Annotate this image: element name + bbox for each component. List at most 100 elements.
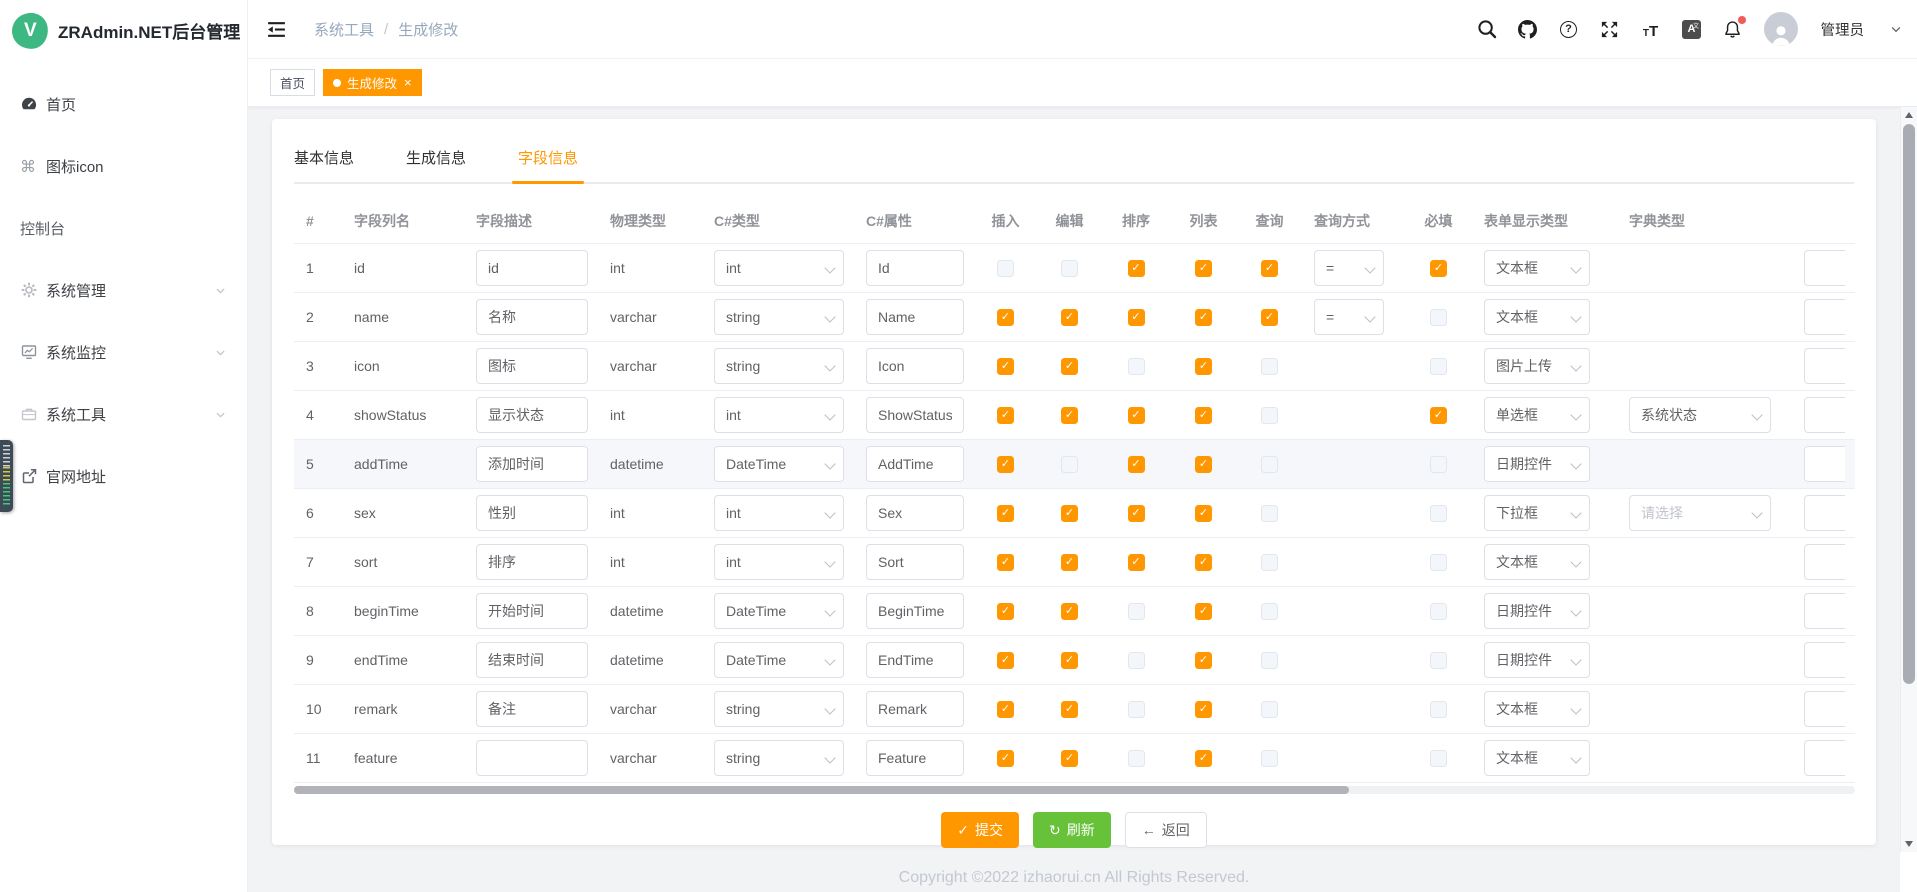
fullscreen-icon[interactable] [1600, 19, 1620, 39]
query-checkbox[interactable] [1261, 750, 1278, 767]
field-desc-input[interactable] [476, 250, 588, 286]
edit-checkbox[interactable] [1061, 652, 1078, 669]
user-chevron-down-icon[interactable] [1889, 22, 1903, 36]
query-checkbox[interactable] [1261, 505, 1278, 522]
display-type-select[interactable]: 日期控件 [1484, 642, 1590, 678]
cs-type-select[interactable]: int [714, 250, 844, 286]
clipped-extra-input[interactable] [1804, 397, 1845, 433]
required-checkbox[interactable] [1430, 750, 1447, 767]
tab-1[interactable]: 生成信息 [406, 147, 466, 182]
query-mode-select[interactable]: = [1314, 250, 1384, 286]
clipped-extra-input[interactable] [1804, 642, 1845, 678]
query-checkbox[interactable] [1261, 456, 1278, 473]
display-type-select[interactable]: 文本框 [1484, 299, 1590, 335]
sort-checkbox[interactable] [1128, 750, 1145, 767]
display-type-select[interactable]: 图片上传 [1484, 348, 1590, 384]
field-desc-input[interactable] [476, 446, 588, 482]
query-mode-select[interactable]: = [1314, 299, 1384, 335]
edit-checkbox[interactable] [1061, 750, 1078, 767]
edit-checkbox[interactable] [1061, 309, 1078, 326]
clipped-extra-input[interactable] [1804, 593, 1845, 629]
cs-prop-input[interactable] [866, 250, 964, 286]
list-checkbox[interactable] [1195, 554, 1212, 571]
translate-icon[interactable]: A文 [1682, 19, 1702, 39]
insert-checkbox[interactable] [997, 603, 1014, 620]
scroll-up-arrow-icon[interactable] [1905, 112, 1913, 118]
edit-checkbox[interactable] [1061, 701, 1078, 718]
vertical-scrollbar-thumb[interactable] [1903, 124, 1915, 684]
query-checkbox[interactable] [1261, 554, 1278, 571]
edit-checkbox[interactable] [1061, 505, 1078, 522]
display-type-select[interactable]: 文本框 [1484, 740, 1590, 776]
tab-2[interactable]: 字段信息 [518, 147, 578, 182]
dict-type-select[interactable]: 系统状态 [1629, 397, 1771, 433]
cs-type-select[interactable]: int [714, 495, 844, 531]
cs-type-select[interactable]: string [714, 299, 844, 335]
dict-type-select[interactable]: 请选择 [1629, 495, 1771, 531]
insert-checkbox[interactable] [997, 309, 1014, 326]
font-size-icon[interactable]: TT [1641, 19, 1661, 39]
insert-checkbox[interactable] [997, 456, 1014, 473]
clipped-extra-input[interactable] [1804, 299, 1845, 335]
help-icon[interactable]: ? [1559, 19, 1579, 39]
sort-checkbox[interactable] [1128, 456, 1145, 473]
cs-type-select[interactable]: DateTime [714, 593, 844, 629]
display-type-select[interactable]: 文本框 [1484, 250, 1590, 286]
sidebar-item-0[interactable]: 首页 [0, 73, 247, 135]
cs-prop-input[interactable] [866, 495, 964, 531]
horizontal-scrollbar-thumb[interactable] [294, 786, 1349, 794]
clipped-extra-input[interactable] [1804, 691, 1845, 727]
back-button[interactable]: ←返回 [1125, 812, 1207, 848]
required-checkbox[interactable] [1430, 652, 1447, 669]
cs-prop-input[interactable] [866, 691, 964, 727]
sort-checkbox[interactable] [1128, 309, 1145, 326]
avatar[interactable] [1764, 12, 1798, 46]
sidebar-item-4[interactable]: 系统监控 [0, 321, 247, 383]
query-checkbox[interactable] [1261, 603, 1278, 620]
required-checkbox[interactable] [1430, 456, 1447, 473]
sort-checkbox[interactable] [1128, 505, 1145, 522]
required-checkbox[interactable] [1430, 309, 1447, 326]
query-checkbox[interactable] [1261, 652, 1278, 669]
list-checkbox[interactable] [1195, 456, 1212, 473]
list-checkbox[interactable] [1195, 407, 1212, 424]
display-type-select[interactable]: 文本框 [1484, 544, 1590, 580]
clipped-extra-input[interactable] [1804, 544, 1845, 580]
query-checkbox[interactable] [1261, 701, 1278, 718]
field-desc-input[interactable] [476, 348, 588, 384]
insert-checkbox[interactable] [997, 358, 1014, 375]
sort-checkbox[interactable] [1128, 407, 1145, 424]
insert-checkbox[interactable] [997, 407, 1014, 424]
insert-checkbox[interactable] [997, 701, 1014, 718]
insert-checkbox[interactable] [997, 652, 1014, 669]
insert-checkbox[interactable] [997, 260, 1014, 277]
query-checkbox[interactable] [1261, 407, 1278, 424]
cs-prop-input[interactable] [866, 740, 964, 776]
display-type-select[interactable]: 日期控件 [1484, 593, 1590, 629]
field-desc-input[interactable] [476, 544, 588, 580]
field-desc-input[interactable] [476, 740, 588, 776]
cs-type-select[interactable]: int [714, 397, 844, 433]
clipped-extra-input[interactable] [1804, 495, 1845, 531]
sidebar-fold-icon[interactable] [266, 18, 288, 40]
edit-checkbox[interactable] [1061, 358, 1078, 375]
required-checkbox[interactable] [1430, 554, 1447, 571]
cs-prop-input[interactable] [866, 593, 964, 629]
cs-prop-input[interactable] [866, 397, 964, 433]
scroll-down-arrow-icon[interactable] [1905, 841, 1913, 847]
display-type-select[interactable]: 日期控件 [1484, 446, 1590, 482]
edit-checkbox[interactable] [1061, 603, 1078, 620]
edge-monitor-widget[interactable] [0, 440, 13, 512]
cs-type-select[interactable]: string [714, 740, 844, 776]
sort-checkbox[interactable] [1128, 603, 1145, 620]
query-checkbox[interactable] [1261, 260, 1278, 277]
sort-checkbox[interactable] [1128, 260, 1145, 277]
required-checkbox[interactable] [1430, 358, 1447, 375]
edit-checkbox[interactable] [1061, 407, 1078, 424]
field-desc-input[interactable] [476, 691, 588, 727]
field-desc-input[interactable] [476, 642, 588, 678]
list-checkbox[interactable] [1195, 603, 1212, 620]
edit-checkbox[interactable] [1061, 260, 1078, 277]
field-desc-input[interactable] [476, 593, 588, 629]
field-desc-input[interactable] [476, 495, 588, 531]
